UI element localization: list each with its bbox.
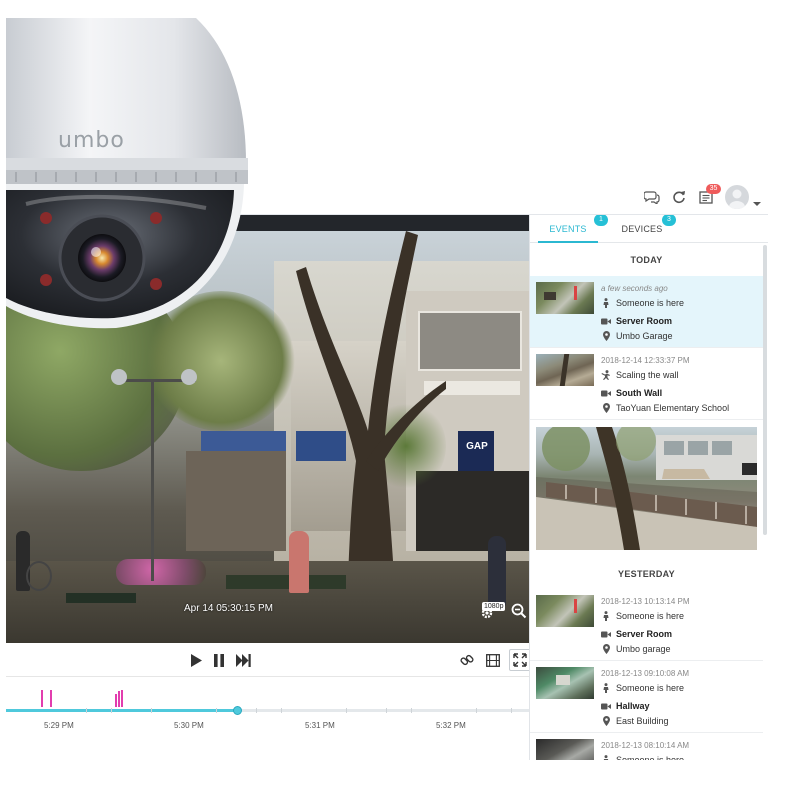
camera-icon <box>601 388 611 398</box>
event-preview-image[interactable] <box>536 427 757 550</box>
panel-scrollbar[interactable] <box>763 245 767 535</box>
camera-icon <box>601 316 611 326</box>
event-time: a few seconds ago <box>601 284 668 293</box>
event-location: TaoYuan Elementary School <box>616 403 730 413</box>
tab-events-label: EVENTS <box>549 224 587 234</box>
person-icon <box>601 298 611 308</box>
person-icon <box>601 683 611 693</box>
person-icon <box>601 611 611 621</box>
camera-brand-logo: umbo <box>58 128 125 153</box>
play-icon[interactable] <box>187 651 205 669</box>
event-marker[interactable] <box>118 691 120 707</box>
pause-icon[interactable] <box>210 651 228 669</box>
events-panel: EVENTS 1 DEVICES 3 TODAY a few seconds a… <box>529 215 768 760</box>
timeline[interactable]: 5:29 PM 5:30 PM 5:31 PM 5:32 PM <box>6 678 530 738</box>
timeline-progress <box>6 709 237 712</box>
event-thumbnail <box>536 739 594 760</box>
location-pin-icon <box>601 644 611 654</box>
event-item[interactable]: a few seconds ago Someone is here Server… <box>530 276 763 348</box>
tab-events-badge: 1 <box>594 215 608 226</box>
camera-icon <box>601 701 611 711</box>
event-item[interactable]: 2018-12-13 08:10:14 AM Someone is here <box>530 733 763 760</box>
camera-icon <box>601 629 611 639</box>
fast-forward-icon[interactable] <box>234 651 252 669</box>
tab-devices-badge: 3 <box>662 215 676 226</box>
event-marker[interactable] <box>121 690 123 707</box>
active-tab-indicator <box>538 241 598 243</box>
chat-icon[interactable] <box>643 190 660 206</box>
timeline-label: 5:31 PM <box>305 721 335 730</box>
event-camera: Server Room <box>616 629 673 639</box>
event-item[interactable]: 2018-12-13 10:13:14 PM Someone is here S… <box>530 589 763 661</box>
event-camera: Server Room <box>616 316 673 326</box>
chevron-down-icon[interactable] <box>753 194 761 206</box>
event-thumbnail <box>536 282 594 314</box>
location-pin-icon <box>601 331 611 341</box>
panel-tabs: EVENTS 1 DEVICES 3 <box>530 215 768 243</box>
section-heading-yesterday: YESTERDAY <box>618 569 675 579</box>
event-type: Scaling the wall <box>616 370 679 380</box>
climber-icon <box>601 370 611 380</box>
film-icon[interactable] <box>484 651 502 669</box>
timeline-label: 5:29 PM <box>44 721 74 730</box>
avatar[interactable] <box>725 185 749 209</box>
event-type: Someone is here <box>616 611 685 621</box>
event-time: 2018-12-13 08:10:14 AM <box>601 741 690 750</box>
tab-devices-label: DEVICES <box>621 224 663 234</box>
person-icon <box>601 755 611 760</box>
tab-events[interactable]: EVENTS 1 <box>538 215 608 243</box>
event-type: Someone is here <box>616 298 685 308</box>
event-item[interactable]: 2018-12-13 09:10:08 AM Someone is here H… <box>530 661 763 733</box>
timeline-scrubber-handle[interactable] <box>233 706 242 715</box>
event-marker[interactable] <box>41 690 43 707</box>
event-type: Someone is here <box>616 755 685 760</box>
event-location: Umbo Garage <box>616 331 673 341</box>
event-marker[interactable] <box>115 694 117 707</box>
event-location: Umbo garage <box>616 644 671 654</box>
timeline-label: 5:32 PM <box>436 721 466 730</box>
tab-devices[interactable]: DEVICES 3 <box>610 215 676 243</box>
event-thumbnail <box>536 667 594 699</box>
section-heading-today: TODAY <box>630 255 663 265</box>
refresh-icon[interactable] <box>672 190 686 204</box>
event-time: 2018-12-13 10:13:14 PM <box>601 597 690 606</box>
event-thumbnail <box>536 354 594 386</box>
link-icon[interactable] <box>458 651 476 669</box>
camera-product-image: umbo <box>6 18 250 330</box>
event-type: Someone is here <box>616 683 685 693</box>
event-item[interactable]: 2018-12-14 12:33:37 PM Scaling the wall … <box>530 348 763 420</box>
zoom-out-icon[interactable] <box>511 603 527 619</box>
event-location: East Building <box>616 716 669 726</box>
event-thumbnail <box>536 595 594 627</box>
fullscreen-icon[interactable] <box>509 649 531 671</box>
event-marker[interactable] <box>50 690 52 707</box>
location-pin-icon <box>601 716 611 726</box>
video-timestamp: Apr 14 05:30:15 PM <box>184 603 273 614</box>
event-camera: Hallway <box>616 701 650 711</box>
settings-icon[interactable] <box>480 606 494 620</box>
location-pin-icon <box>601 403 611 413</box>
notification-count-badge: 35 <box>706 184 721 194</box>
event-time: 2018-12-13 09:10:08 AM <box>601 669 690 678</box>
event-time: 2018-12-14 12:33:37 PM <box>601 356 690 365</box>
event-camera: South Wall <box>616 388 663 398</box>
timeline-label: 5:30 PM <box>174 721 204 730</box>
playback-controls <box>6 643 531 677</box>
